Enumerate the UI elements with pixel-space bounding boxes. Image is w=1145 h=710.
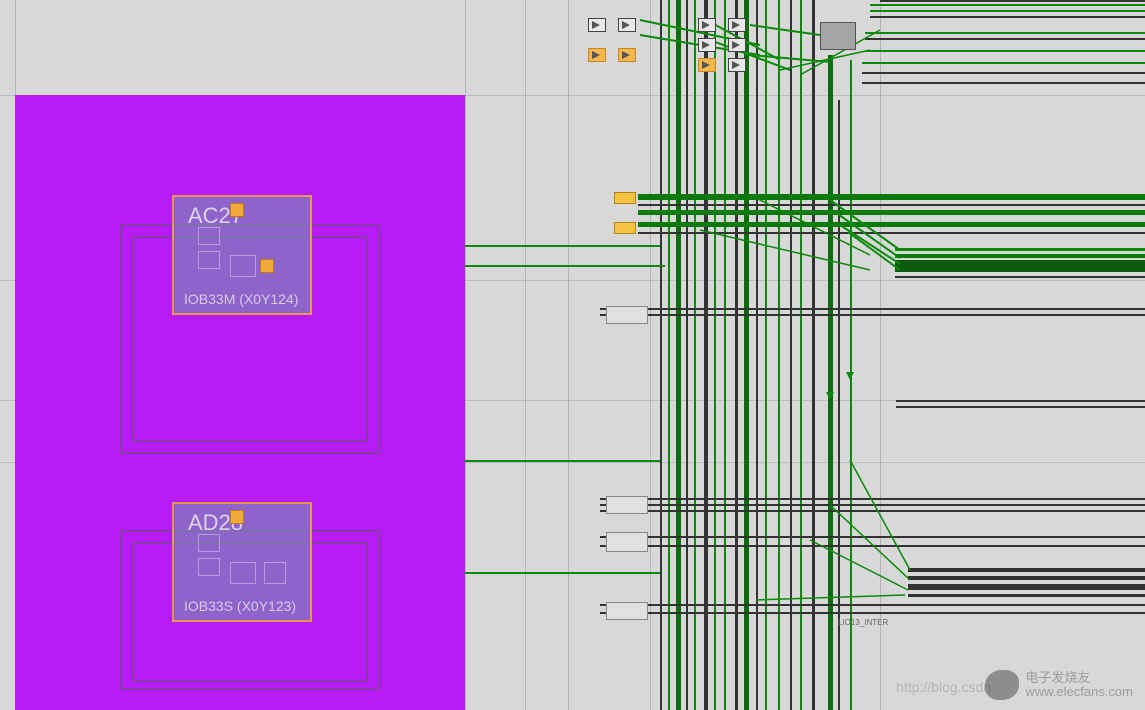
site-label: IOB33M (X0Y124) [184,291,298,307]
watermark: 电子发烧友 www.elecfans.com [985,670,1133,700]
bel-box [230,255,256,277]
watermark-logo-icon [985,670,1019,700]
used-bel-marker [230,203,244,217]
buffer-cell[interactable] [588,18,606,32]
iob-tile-ad28[interactable]: AD28 IOB33S (X0Y123) [172,502,312,622]
bel-box [198,558,220,576]
switch-marker[interactable] [614,192,636,204]
buffer-cell-used[interactable] [618,48,636,62]
logic-block[interactable] [820,22,856,50]
bel-box [198,227,220,245]
buffer-cell[interactable] [728,58,746,72]
buffer-cell[interactable] [728,38,746,52]
buffer-cell[interactable] [618,18,636,32]
watermark-domain: www.elecfans.com [1025,685,1133,699]
bel-box [198,251,220,269]
bel-box [264,562,286,584]
interconnect-label: LIO13_INTER [838,618,888,627]
fpga-device-view[interactable]: AC27 IOB33M (X0Y124) AD28 IOB33S (X0Y123… [0,0,1145,710]
switchbox[interactable] [606,532,648,552]
switch-marker[interactable] [614,222,636,234]
iob-tile-ac27[interactable]: AC27 IOB33M (X0Y124) [172,195,312,315]
site-label: IOB33S (X0Y123) [184,598,296,614]
switchbox[interactable] [606,602,648,620]
switchbox[interactable] [606,496,648,514]
watermark-url: http://blog.csdn. [896,679,995,695]
watermark-text: 电子发烧友 www.elecfans.com [1025,671,1133,700]
buffer-cell-used[interactable] [588,48,606,62]
buffer-cell[interactable] [728,18,746,32]
watermark-brand: 电子发烧友 [1025,671,1133,685]
bel-box [230,562,256,584]
bel-box [198,534,220,552]
buffer-cell[interactable] [698,38,716,52]
buffer-cell[interactable] [698,18,716,32]
switchbox[interactable] [606,306,648,324]
used-bel-marker [230,510,244,524]
used-bel-marker [260,259,274,273]
buffer-cell-used[interactable] [698,58,716,72]
